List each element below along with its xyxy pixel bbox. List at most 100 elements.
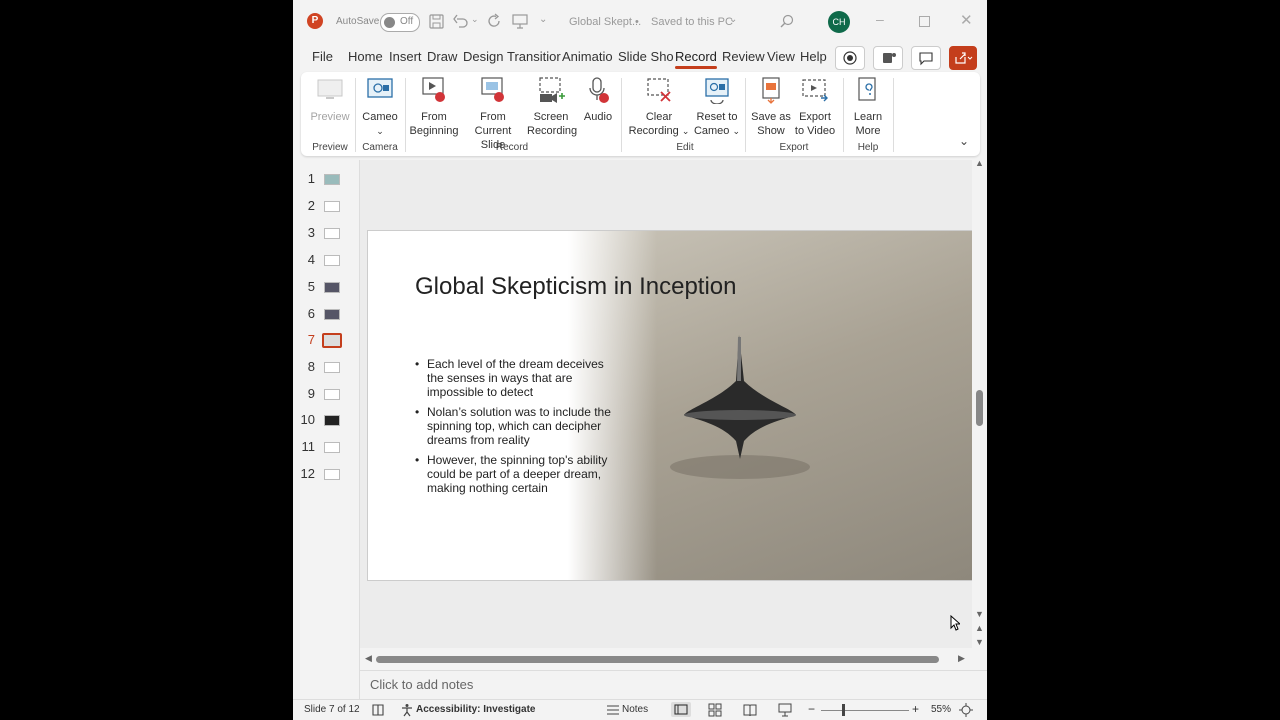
record-from-beginning-icon	[422, 77, 445, 102]
clear-recording-button[interactable]: Clear Recording ⌄	[627, 76, 691, 138]
tab-record[interactable]: Record	[675, 49, 717, 69]
preview-button[interactable]: Preview	[309, 76, 351, 124]
accessibility-icon[interactable]	[400, 703, 414, 717]
vertical-scroll-thumb[interactable]	[976, 390, 983, 426]
teams-button[interactable]	[873, 46, 903, 70]
undo-dropdown-icon[interactable]: ⌄	[471, 14, 479, 25]
slide-sorter-icon[interactable]	[708, 703, 722, 717]
scroll-right-icon[interactable]: ▶	[958, 653, 965, 664]
slide-thumbnail-1[interactable]	[324, 174, 340, 185]
tab-draw[interactable]: Draw	[427, 49, 457, 64]
slide-title[interactable]: Global Skepticism in Inception	[415, 273, 737, 301]
minimize-icon[interactable]: –	[876, 11, 884, 27]
scroll-up-icon[interactable]: ▲	[975, 158, 984, 168]
slide-thumbnail-5[interactable]	[324, 282, 340, 293]
autosave-toggle[interactable]: Off	[380, 13, 420, 32]
bullet-item: Nolan’s solution was to include the spin…	[415, 405, 615, 447]
redo-icon[interactable]	[486, 13, 502, 29]
next-slide-icon[interactable]: ▼	[975, 637, 984, 647]
avatar[interactable]: CH	[828, 11, 850, 33]
reset-to-cameo-button[interactable]: Reset to Cameo ⌄	[691, 76, 743, 138]
audio-button[interactable]: Audio	[581, 76, 615, 124]
fit-to-window-icon[interactable]	[959, 703, 973, 717]
slide-thumbnail-12[interactable]	[324, 469, 340, 480]
group-divider	[843, 78, 844, 152]
record-from-current-icon	[481, 77, 504, 102]
comments-button[interactable]	[911, 46, 941, 70]
save-as-show-line2: Show	[757, 125, 785, 137]
group-help-label: Help	[857, 142, 879, 153]
slide-thumbnail-2[interactable]	[324, 201, 340, 212]
slide-thumbnail-10[interactable]	[324, 415, 340, 426]
title-bar: P AutoSave Off ⌄ ⌄ Global Skept... • Sav…	[293, 0, 987, 44]
tab-insert[interactable]: Insert	[389, 49, 422, 64]
tab-home[interactable]: Home	[348, 49, 383, 64]
zoom-level[interactable]: 55%	[931, 704, 951, 715]
document-title[interactable]: Global Skept...	[569, 16, 641, 28]
tab-help[interactable]: Help	[800, 49, 827, 64]
notes-pane[interactable]: Click to add notes	[360, 670, 987, 699]
saved-status[interactable]: Saved to this PC	[651, 16, 733, 28]
tab-file[interactable]: File	[312, 49, 333, 64]
save-as-show-button[interactable]: Save as Show	[751, 76, 791, 138]
slide-thumbnail-9[interactable]	[324, 389, 340, 400]
slide-thumbnail-8[interactable]	[324, 362, 340, 373]
export-to-video-button[interactable]: Export to Video	[793, 76, 837, 138]
slide-show-icon[interactable]	[778, 703, 792, 717]
normal-view-button[interactable]	[671, 702, 691, 717]
title-chevron-icon[interactable]: ⌄	[729, 14, 737, 25]
tab-animations[interactable]: Animatio	[562, 49, 613, 64]
customize-qat-icon[interactable]: ⌄	[539, 14, 547, 25]
tab-slide-show[interactable]: Slide Sho	[618, 49, 674, 64]
group-record-label: Record	[495, 142, 529, 153]
tab-review[interactable]: Review	[722, 49, 765, 64]
vertical-scrollbar[interactable]: ▲ ▼ ▲ ▼	[972, 158, 987, 648]
clear-recording-line2: Recording	[628, 125, 679, 137]
clear-recording-dropdown-icon: ⌄	[681, 126, 690, 136]
record-toggle-button[interactable]	[835, 46, 865, 70]
current-slide[interactable]: Global Skepticism in Inception Each leve…	[367, 230, 974, 581]
reset-to-cameo-dropdown-icon: ⌄	[732, 126, 741, 136]
slide-thumbnail-6[interactable]	[324, 309, 340, 320]
spelling-check-icon[interactable]	[371, 703, 385, 717]
close-icon[interactable]: ✕	[960, 11, 973, 29]
undo-icon[interactable]	[453, 14, 469, 29]
tab-design[interactable]: Design	[463, 49, 503, 64]
zoom-slider-track[interactable]	[821, 710, 909, 711]
group-preview-label: Preview	[312, 142, 348, 153]
export-to-video-icon	[802, 79, 828, 102]
search-icon[interactable]	[780, 14, 795, 29]
from-beginning-button[interactable]: From Beginning	[409, 76, 459, 138]
reading-view-icon[interactable]	[743, 703, 757, 717]
present-icon[interactable]	[512, 13, 528, 29]
slide-thumbnail-7[interactable]	[322, 333, 342, 348]
zoom-out-icon[interactable]: −	[808, 702, 815, 716]
previous-slide-icon[interactable]: ▲	[975, 623, 984, 633]
slide-thumbnail-4[interactable]	[324, 255, 340, 266]
screen-recording-button[interactable]: Screen Recording	[527, 76, 577, 138]
scroll-down-icon[interactable]: ▼	[975, 609, 984, 619]
horizontal-scroll-thumb[interactable]	[376, 656, 939, 663]
notes-toggle-button[interactable]: Notes	[622, 704, 648, 715]
maximize-icon[interactable]	[919, 16, 930, 27]
zoom-slider-thumb[interactable]	[842, 704, 845, 716]
share-button[interactable]	[949, 46, 977, 70]
horizontal-scrollbar[interactable]: ◀ ▶	[360, 648, 972, 670]
from-beginning-line2: Beginning	[409, 125, 459, 137]
scroll-left-icon[interactable]: ◀	[365, 653, 372, 664]
cameo-button[interactable]: Cameo ⌄	[359, 76, 401, 138]
learn-more-button[interactable]: Learn More	[849, 76, 887, 138]
from-current-slide-button[interactable]: From Current Slide	[461, 76, 525, 152]
collapse-ribbon-icon[interactable]: ⌄	[959, 134, 969, 148]
tab-view[interactable]: View	[767, 49, 795, 64]
save-icon[interactable]	[429, 14, 444, 29]
slide-thumbnail-11[interactable]	[324, 442, 340, 453]
save-as-show-icon	[762, 77, 780, 104]
audio-label: Audio	[583, 111, 613, 123]
tab-transitions[interactable]: Transitior	[507, 49, 561, 64]
accessibility-status[interactable]: Accessibility: Investigate	[416, 704, 536, 715]
slide-bullet-list[interactable]: Each level of the dream deceives the sen…	[415, 357, 615, 501]
zoom-in-icon[interactable]: +	[912, 702, 919, 716]
slide-thumbnail-3[interactable]	[324, 228, 340, 239]
notes-placeholder[interactable]: Click to add notes	[370, 677, 473, 692]
